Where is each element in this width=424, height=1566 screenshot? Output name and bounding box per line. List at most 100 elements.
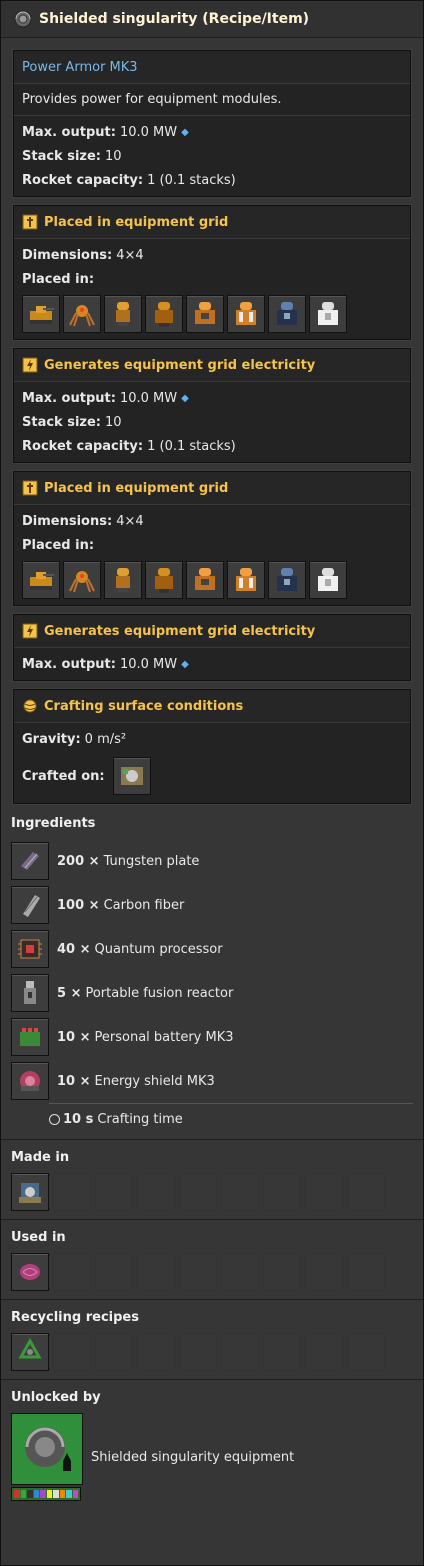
light-armor-icon[interactable] xyxy=(104,295,142,333)
used-in-title: Used in xyxy=(11,1230,66,1245)
spidertron-icon[interactable] xyxy=(63,561,101,599)
gravity-value: 0 m/s² xyxy=(84,731,127,747)
recycling-section: Recycling recipes xyxy=(1,1299,423,1379)
ingredient-amount: 40 × xyxy=(57,941,91,957)
max-output-value: 10.0 MW xyxy=(119,124,178,140)
quantum-processor-icon[interactable] xyxy=(11,930,49,968)
equipment-grid-icon xyxy=(22,214,38,230)
ingredient-row[interactable]: 10 × Personal battery MK3 xyxy=(11,1015,413,1059)
recycling-title: Recycling recipes xyxy=(11,1310,139,1325)
electricity-box-2: Generates equipment grid electricity Max… xyxy=(13,614,411,681)
title-bar: Shielded singularity (Recipe/Item) xyxy=(1,1,423,38)
rocket-capacity-label: Rocket capacity: xyxy=(22,438,144,454)
power-armor-mk2-icon[interactable] xyxy=(268,295,306,333)
stack-size-value: 10 xyxy=(105,414,122,430)
placed-in-icons xyxy=(14,557,410,605)
personal-battery-icon[interactable] xyxy=(11,1018,49,1056)
rocket-capacity-value: 1 (0.1 stacks) xyxy=(147,172,236,188)
ingredient-row[interactable]: 40 × Quantum processor xyxy=(11,927,413,971)
power-armor-mk3-icon[interactable] xyxy=(309,295,347,333)
lightning-icon xyxy=(22,357,38,373)
stack-size-label: Stack size: xyxy=(22,148,102,164)
energy-shield-icon[interactable] xyxy=(11,1062,49,1100)
space-platform-icon[interactable] xyxy=(112,757,151,795)
dimensions-value: 4×4 xyxy=(116,247,144,263)
rocket-capacity-value: 1 (0.1 stacks) xyxy=(147,438,236,454)
ingredient-row[interactable]: 5 × Portable fusion reactor xyxy=(11,971,413,1015)
clock-icon xyxy=(49,1114,60,1125)
tank-icon[interactable] xyxy=(22,295,60,333)
ingredient-name: Portable fusion reactor xyxy=(85,985,234,1001)
ingredient-row[interactable]: 200 × Tungsten plate xyxy=(11,839,413,883)
max-output-value: 10.0 MW xyxy=(119,390,178,406)
portable-fusion-reactor-icon[interactable] xyxy=(11,974,49,1012)
ingredient-amount: 5 × xyxy=(57,985,82,1001)
equipment-grid-box: Placed in equipment grid Dimensions: 4×4 … xyxy=(13,205,411,340)
crafting-time-label: Crafting time xyxy=(97,1112,183,1127)
max-output-value: 10.0 MW xyxy=(119,656,178,672)
max-output-label: Max. output: xyxy=(22,124,116,140)
power-armor-icon[interactable] xyxy=(227,561,265,599)
page-title: Shielded singularity (Recipe/Item) xyxy=(39,11,310,27)
planet-icon xyxy=(23,699,37,713)
technology-card[interactable] xyxy=(11,1413,83,1501)
dimensions-value: 4×4 xyxy=(116,513,144,529)
assembling-machine-icon[interactable] xyxy=(11,1173,49,1211)
tungsten-plate-icon[interactable] xyxy=(11,842,49,880)
info-diamond-icon: ◆ xyxy=(181,126,189,138)
ingredient-row[interactable]: 100 × Carbon fiber xyxy=(11,883,413,927)
crafting-time-value: 10 s xyxy=(63,1112,94,1127)
stack-size-value: 10 xyxy=(105,148,122,164)
stack-size-label: Stack size: xyxy=(22,414,102,430)
power-armor-mk2-icon[interactable] xyxy=(268,561,306,599)
heavy-armor-icon[interactable] xyxy=(145,561,183,599)
dimensions-label: Dimensions: xyxy=(22,247,113,263)
technology-icon[interactable] xyxy=(11,1413,83,1485)
unlocked-by-title: Unlocked by xyxy=(11,1390,101,1405)
ingredient-amount: 10 × xyxy=(57,1029,91,1045)
equipment-grid-box-2: Placed in equipment grid Dimensions: 4×4 … xyxy=(13,471,411,606)
ingredients-title: Ingredients xyxy=(11,816,96,831)
max-output-label: Max. output: xyxy=(22,656,116,672)
ingredient-amount: 200 × xyxy=(57,853,100,869)
dimensions-label: Dimensions: xyxy=(22,513,113,529)
brain-icon[interactable] xyxy=(11,1253,49,1291)
item-description: Provides power for equipment modules. xyxy=(14,84,410,116)
ingredient-name: Quantum processor xyxy=(94,941,223,957)
electricity-box: Generates equipment grid electricity Max… xyxy=(13,348,411,463)
ingredient-row[interactable]: 10 × Energy shield MK3 xyxy=(11,1059,413,1103)
ingredient-name: Carbon fiber xyxy=(103,897,185,913)
carbon-fiber-icon[interactable] xyxy=(11,886,49,924)
max-output-label: Max. output: xyxy=(22,390,116,406)
placed-in-label: Placed in: xyxy=(22,537,95,553)
crafted-on-label: Crafted on: xyxy=(22,768,105,784)
tank-icon[interactable] xyxy=(22,561,60,599)
rocket-capacity-label: Rocket capacity: xyxy=(22,172,144,188)
power-armor-icon[interactable] xyxy=(227,295,265,333)
ingredient-name: Tungsten plate xyxy=(103,853,200,869)
armor-link[interactable]: Power Armor MK3 xyxy=(22,60,138,75)
ingredients-section: Ingredients 200 × Tungsten plate 100 × C… xyxy=(1,812,423,1139)
spidertron-icon[interactable] xyxy=(63,295,101,333)
electricity-header: Generates equipment grid electricity xyxy=(44,357,316,373)
modular-armor-icon[interactable] xyxy=(186,561,224,599)
item-info-box: Power Armor MK3 Provides power for equip… xyxy=(13,50,411,197)
ingredient-name: Energy shield MK3 xyxy=(94,1073,215,1089)
gravity-label: Gravity: xyxy=(22,731,81,747)
made-in-title: Made in xyxy=(11,1150,70,1165)
modular-armor-icon[interactable] xyxy=(186,295,224,333)
tooltip-window: Shielded singularity (Recipe/Item) Power… xyxy=(0,0,424,1566)
power-armor-mk3-icon[interactable] xyxy=(309,561,347,599)
grid-header: Placed in equipment grid xyxy=(44,214,229,230)
ingredient-name: Personal battery MK3 xyxy=(94,1029,234,1045)
info-diamond-icon: ◆ xyxy=(181,658,189,670)
shielded-singularity-icon xyxy=(14,10,32,28)
ingredient-amount: 10 × xyxy=(57,1073,91,1089)
unlocked-by-section: Unlocked by Shielded singularity equipme… xyxy=(1,1379,423,1509)
placed-in-icons xyxy=(14,291,410,339)
used-in-section: Used in xyxy=(1,1219,423,1299)
heavy-armor-icon[interactable] xyxy=(145,295,183,333)
grid-header: Placed in equipment grid xyxy=(44,480,229,496)
light-armor-icon[interactable] xyxy=(104,561,142,599)
recycling-icon[interactable] xyxy=(11,1333,49,1371)
